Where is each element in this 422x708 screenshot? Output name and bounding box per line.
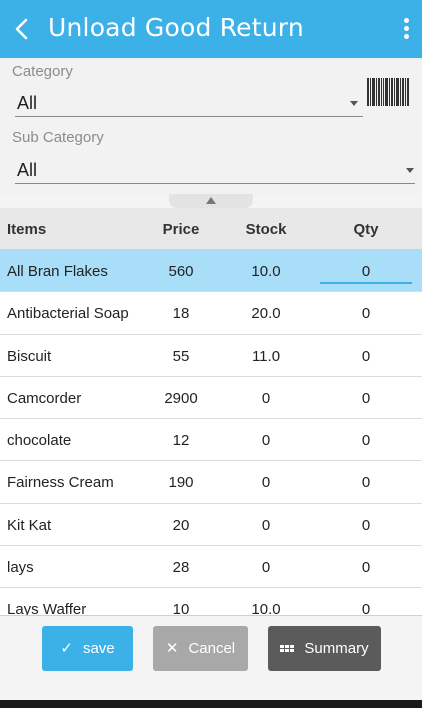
row-stock: 0 [261,516,271,534]
table-row[interactable]: Fairness Cream 190 0 0 [0,461,422,504]
close-icon: ✕ [165,640,179,657]
row-price: 18 [172,305,190,323]
row-price: 10 [172,601,190,615]
row-stock: 10.0 [251,263,281,280]
row-price: 28 [172,559,190,577]
row-stock: 0 [261,432,271,450]
save-button[interactable]: ✓ save [42,626,133,671]
action-bar: ✓ save ✕ Cancel Summary [0,615,422,700]
table-body: All Bran Flakes 560 10.0 0 Antibacterial… [0,250,422,615]
row-price: 55 [172,347,190,365]
overflow-menu-icon[interactable] [402,18,410,40]
category-underline [15,116,363,117]
collapse-handle[interactable] [169,194,253,208]
row-price: 2900 [164,389,198,407]
row-price: 560 [168,263,194,280]
row-price: 12 [172,432,190,450]
collapse-up-icon [206,197,216,204]
subcategory-dropdown[interactable]: All [17,160,37,181]
back-arrow-icon[interactable] [10,14,34,44]
summary-label: Summary [304,640,369,657]
row-qty-input[interactable]: 0 [320,559,412,576]
row-qty-input[interactable]: 0 [320,348,412,365]
table-row[interactable]: Kit Kat 20 0 0 [0,503,422,547]
table-row[interactable]: Camcorder 2900 0 0 [0,376,422,420]
row-price: 20 [172,516,190,534]
table-row[interactable]: Biscuit 55 11.0 0 [0,334,422,377]
header-items: Items [7,221,47,238]
table-header: Items Price Stock Qty [0,208,422,250]
row-stock: 10.0 [251,601,281,615]
table-row[interactable]: Lays Waffer 10 10.0 0 [0,588,422,615]
category-label: Category [12,63,73,80]
header-price: Price [162,221,200,238]
cancel-label: Cancel [188,640,236,657]
summary-button[interactable]: Summary [268,626,381,671]
row-qty-input[interactable]: 0 [320,474,412,491]
row-stock: 0 [261,474,271,492]
barcode-scanner-icon[interactable] [367,78,413,106]
row-stock: 0 [261,389,271,407]
cancel-button[interactable]: ✕ Cancel [153,626,248,671]
row-item-name: Kit Kat [7,516,52,534]
row-qty-input[interactable]: 0 [320,601,412,615]
save-label: save [82,640,115,657]
table-row[interactable]: chocolate 12 0 0 [0,419,422,462]
app-bar: Unload Good Return [0,0,422,58]
category-caret-icon[interactable] [350,101,358,106]
header-qty: Qty [353,221,379,238]
screen: Unload Good Return Category All Sub Cate… [0,0,422,700]
row-stock: 0 [261,559,271,577]
header-stock: Stock [245,221,287,238]
subcategory-underline [15,183,415,184]
category-dropdown[interactable]: All [17,93,37,114]
list-grid-icon [280,645,295,652]
row-stock: 20.0 [251,305,281,323]
row-qty-input[interactable]: 0 [320,263,412,280]
page-title: Unload Good Return [48,13,304,42]
row-item-name: All Bran Flakes [7,263,108,280]
row-item-name: chocolate [7,432,72,450]
filter-panel: Category All Sub Category All [0,58,422,194]
qty-input-underline [320,282,412,284]
row-qty-input[interactable]: 0 [320,305,412,322]
row-item-name: Lays Waffer [7,601,87,615]
table-row[interactable]: lays 28 0 0 [0,546,422,589]
subcategory-caret-icon[interactable] [406,168,414,173]
row-item-name: Fairness Cream [7,474,114,492]
row-item-name: lays [7,559,34,577]
row-item-name: Camcorder [7,389,82,407]
row-qty-input[interactable]: 0 [320,517,412,534]
table-row[interactable]: All Bran Flakes 560 10.0 0 [0,250,422,293]
row-item-name: Biscuit [7,347,52,365]
subcategory-label: Sub Category [12,129,104,146]
row-price: 190 [168,474,194,492]
row-qty-input[interactable]: 0 [320,432,412,449]
check-icon: ✓ [60,640,73,657]
row-stock: 11.0 [251,347,281,365]
row-item-name: Antibacterial Soap [7,305,129,323]
row-qty-input[interactable]: 0 [320,390,412,407]
table-row[interactable]: Antibacterial Soap 18 20.0 0 [0,292,422,335]
